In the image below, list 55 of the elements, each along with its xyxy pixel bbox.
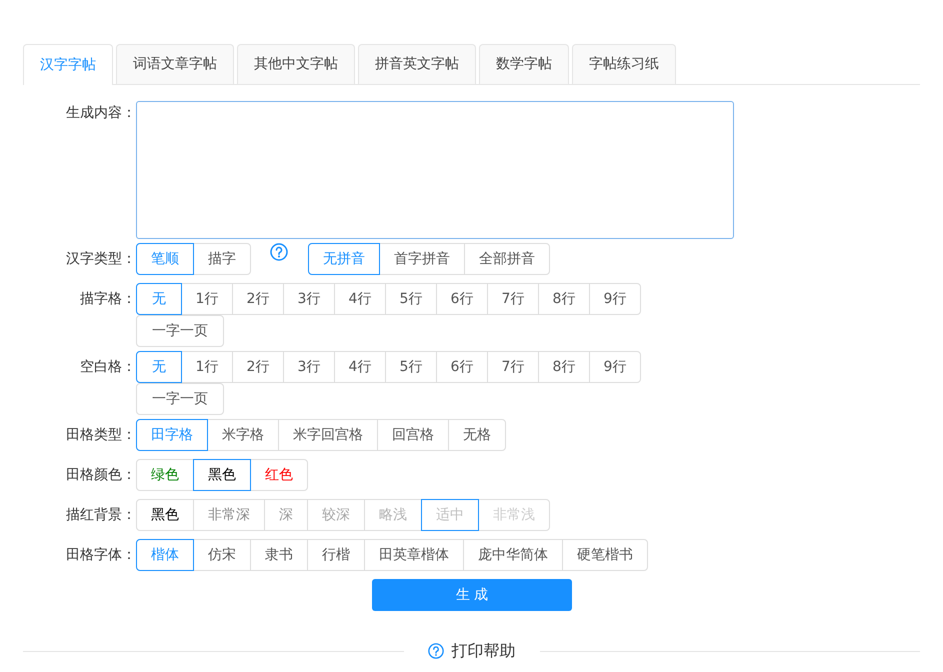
help-icon[interactable] — [270, 243, 288, 261]
option-button[interactable]: 红色 — [250, 459, 308, 491]
field-label: 汉字类型： — [65, 250, 136, 269]
field-label: 田格颜色： — [65, 466, 136, 485]
option-button[interactable]: 1行 — [181, 351, 233, 383]
option-button[interactable]: 黑色 — [136, 499, 194, 531]
field-label: 田格类型： — [65, 426, 136, 445]
option-button[interactable]: 4行 — [334, 283, 386, 315]
option-button[interactable]: 黑色 — [193, 459, 251, 491]
option-button[interactable]: 2行 — [232, 351, 284, 383]
tab[interactable]: 字帖练习纸 — [572, 44, 676, 84]
option-button[interactable]: 6行 — [436, 283, 488, 315]
option-button[interactable]: 7行 — [487, 351, 539, 383]
field-label: 描红背景： — [65, 506, 136, 525]
option-button[interactable]: 米字回宫格 — [278, 419, 378, 451]
option-button[interactable]: 3行 — [283, 351, 335, 383]
print-help-link[interactable]: 打印帮助 — [452, 639, 516, 663]
field-label: 空白格： — [79, 358, 136, 377]
tab[interactable]: 其他中文字帖 — [237, 44, 355, 84]
option-button[interactable]: 1行 — [181, 283, 233, 315]
option-button[interactable]: 行楷 — [307, 539, 365, 571]
option-button[interactable]: 回宫格 — [377, 419, 449, 451]
field-label: 田格字体： — [65, 546, 136, 565]
option-button[interactable]: 8行 — [538, 283, 590, 315]
option-button[interactable]: 7行 — [487, 283, 539, 315]
tab[interactable]: 词语文章字帖 — [116, 44, 234, 84]
option-button[interactable]: 5行 — [385, 351, 437, 383]
option-button[interactable]: 6行 — [436, 351, 488, 383]
option-button[interactable]: 8行 — [538, 351, 590, 383]
option-button[interactable]: 3行 — [283, 283, 335, 315]
option-button[interactable]: 米字格 — [207, 419, 279, 451]
option-button[interactable]: 田英章楷体 — [364, 539, 464, 571]
option-button[interactable]: 庞中华简体 — [463, 539, 563, 571]
option-button[interactable]: 硬笔楷书 — [562, 539, 648, 571]
option-button[interactable]: 9行 — [589, 283, 641, 315]
option-button[interactable]: 全部拼音 — [464, 243, 550, 275]
option-button[interactable]: 一字一页 — [136, 315, 224, 347]
option-button[interactable]: 9行 — [589, 351, 641, 383]
help-icon[interactable] — [428, 643, 444, 659]
tab[interactable]: 数学字帖 — [479, 44, 569, 84]
option-button[interactable]: 4行 — [334, 351, 386, 383]
option-button[interactable]: 隶书 — [250, 539, 308, 571]
option-button[interactable]: 绿色 — [136, 459, 194, 491]
option-button[interactable]: 一字一页 — [136, 383, 224, 415]
field-label: 生成内容： — [65, 104, 136, 123]
tab[interactable]: 拼音英文字帖 — [358, 44, 476, 84]
option-button[interactable]: 2行 — [232, 283, 284, 315]
option-button[interactable]: 描字 — [193, 243, 251, 275]
option-button[interactable]: 仿宋 — [193, 539, 251, 571]
option-button[interactable]: 非常深 — [193, 499, 265, 531]
option-button[interactable]: 首字拼音 — [379, 243, 465, 275]
content-input[interactable] — [136, 101, 734, 239]
option-button[interactable]: 无格 — [448, 419, 506, 451]
option-button[interactable]: 5行 — [385, 283, 437, 315]
field-label: 描字格： — [79, 290, 136, 309]
